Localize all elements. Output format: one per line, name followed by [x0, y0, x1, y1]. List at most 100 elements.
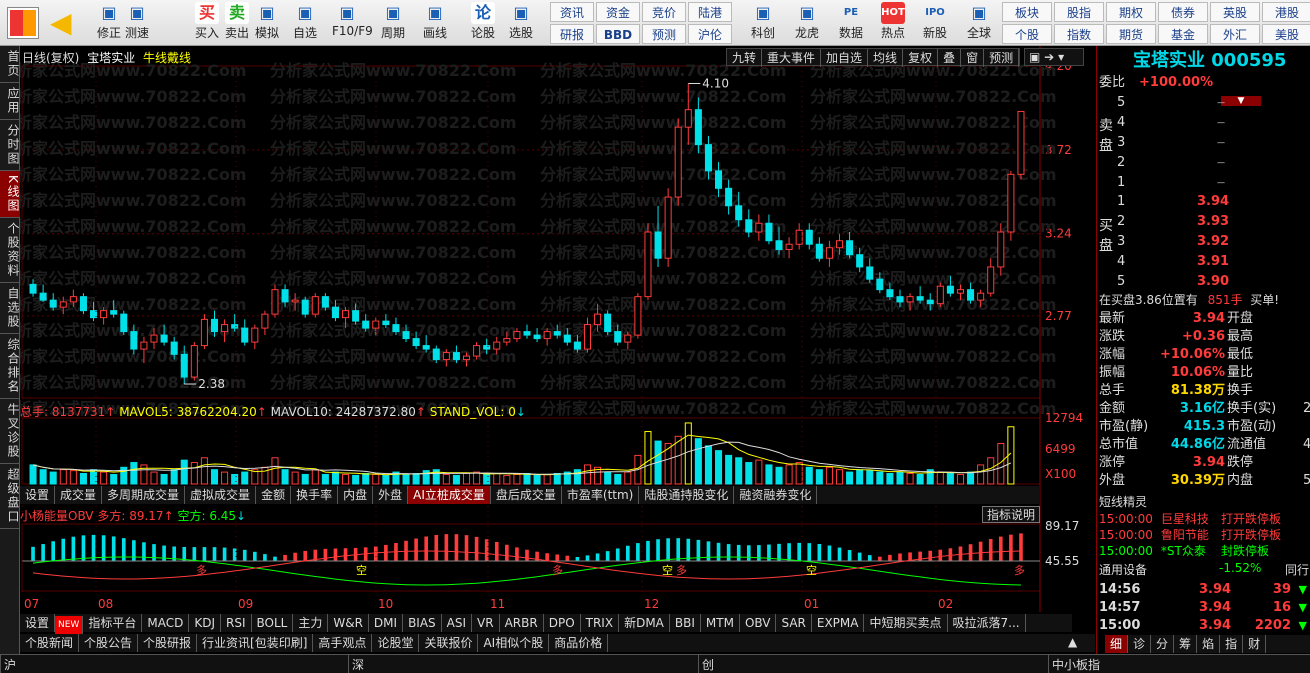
kline-chart-svg[interactable]: 4.203.723.242.77分析家公式网www.70822.Com 分析家公式…: [20, 46, 1095, 654]
tab[interactable]: MTM: [701, 614, 740, 632]
buy-level[interactable]: 1 3.94: [1117, 193, 1229, 211]
sell-level[interactable]: 2—: [1117, 154, 1227, 172]
toolbar-tab[interactable]: 资金: [596, 2, 640, 22]
tab[interactable]: 加自选: [821, 49, 869, 67]
toolbar-tab[interactable]: 研报: [550, 24, 594, 44]
tab[interactable]: 换手率: [291, 486, 339, 504]
index-label[interactable]: 创: [702, 656, 714, 673]
新股-button[interactable]: IPO 新股: [914, 2, 956, 44]
tab[interactable]: ASI: [442, 614, 473, 632]
tab[interactable]: BOLL: [252, 614, 294, 632]
tab[interactable]: 陆股通持股变化: [639, 486, 735, 504]
数据-button[interactable]: PE 数据: [830, 2, 872, 44]
sidebar-item[interactable]: 牛叉诊股: [0, 399, 20, 464]
sidebar-item[interactable]: 超级盘口: [0, 464, 20, 529]
toolbar-tab[interactable]: 板块: [1002, 2, 1052, 22]
tab[interactable]: BBI: [670, 614, 701, 632]
科创-button[interactable]: ▣ 科创: [742, 2, 784, 44]
卖出-button[interactable]: 卖卖出: [222, 2, 252, 44]
toolbar-tab[interactable]: 港股: [1262, 2, 1310, 22]
index-label[interactable]: 深: [352, 656, 364, 673]
tab[interactable]: OBV: [740, 614, 777, 632]
tab[interactable]: W&R: [328, 614, 369, 632]
tab[interactable]: KDJ: [189, 614, 221, 632]
sidebar-item[interactable]: 分时图: [0, 120, 20, 171]
tab[interactable]: VR: [472, 614, 500, 632]
toolbar-tab[interactable]: 指数: [1054, 24, 1104, 44]
tab[interactable]: TRIX: [581, 614, 620, 632]
toolbar-tab[interactable]: BBD: [596, 24, 640, 44]
sidebar-item[interactable]: 应用: [0, 83, 20, 120]
买入-button[interactable]: 买买入: [192, 2, 222, 44]
spirit-row[interactable]: 15:00:00 鲁阳节能 打开跌停板: [1099, 527, 1281, 543]
toolbar-tab[interactable]: 期货: [1106, 24, 1156, 44]
toolbar-tab[interactable]: 美股: [1262, 24, 1310, 44]
sell-level[interactable]: 4—: [1117, 114, 1227, 132]
app-logo-icon[interactable]: [8, 8, 38, 38]
window-controls[interactable]: ▣ ➔ ▾: [1024, 48, 1084, 66]
toolbar-tab[interactable]: 基金: [1158, 24, 1208, 44]
tab[interactable]: 窗: [961, 49, 985, 67]
tab[interactable]: 行业资讯[包装印刷]: [197, 634, 314, 652]
sell-level[interactable]: 1—: [1117, 174, 1227, 192]
tab[interactable]: SAR: [776, 614, 812, 632]
tab[interactable]: 高手观点: [313, 634, 373, 652]
选股-button[interactable]: ▣ 选股: [506, 2, 536, 44]
toolbar-tab[interactable]: 个股: [1002, 24, 1052, 44]
tab[interactable]: 个股公告: [79, 634, 139, 652]
tab[interactable]: DMI: [369, 614, 404, 632]
tab[interactable]: 预测: [984, 49, 1020, 67]
tab[interactable]: 复权: [903, 49, 939, 67]
index-label[interactable]: 中小板指: [1052, 656, 1100, 673]
tab[interactable]: 个股新闻: [20, 634, 80, 652]
tab[interactable]: 设置: [20, 614, 56, 632]
tab[interactable]: AI相似个股: [478, 634, 550, 652]
tab[interactable]: 论股堂: [372, 634, 420, 652]
tab[interactable]: 设置: [20, 486, 56, 504]
tab[interactable]: 金额: [256, 486, 292, 504]
tab[interactable]: RSI: [221, 614, 252, 632]
spirit-row[interactable]: 15:00:00 巨星科技 打开跌停板: [1099, 511, 1281, 527]
tab[interactable]: ARBR: [500, 614, 544, 632]
back-arrow-icon[interactable]: ◀: [50, 8, 84, 38]
tab[interactable]: AI立桩成交量: [408, 486, 491, 504]
sidebar-item[interactable]: 个股资料: [0, 218, 20, 283]
indicator-name[interactable]: 牛线戴线: [143, 51, 191, 65]
tab[interactable]: 分: [1151, 635, 1175, 653]
tab[interactable]: 细: [1105, 635, 1129, 653]
buy-level[interactable]: 3 3.92: [1117, 233, 1229, 251]
toolbar-tab[interactable]: 外汇: [1210, 24, 1260, 44]
toolbar-tab[interactable]: 沪伦: [688, 24, 732, 44]
exit-icon[interactable]: ➔: [1044, 50, 1054, 64]
tab[interactable]: DPO: [544, 614, 581, 632]
tab[interactable]: 九转: [727, 49, 763, 67]
tab[interactable]: 均线: [868, 49, 904, 67]
龙虎-button[interactable]: ▣ 龙虎: [786, 2, 828, 44]
F10/F9-button[interactable]: ▣ F10/F9: [332, 2, 373, 44]
tab[interactable]: 诊: [1128, 635, 1152, 653]
toolbar-tab[interactable]: 股指: [1054, 2, 1104, 22]
tab[interactable]: 筹: [1174, 635, 1198, 653]
sidebar-item[interactable]: 综合排名: [0, 334, 20, 399]
tab[interactable]: 吸拉派落7...: [948, 614, 1026, 632]
tab[interactable]: 虚拟成交量: [185, 486, 257, 504]
论股-button[interactable]: 论论股: [468, 2, 498, 44]
tab[interactable]: 成交量: [55, 486, 103, 504]
dropdown-icon[interactable]: ▾: [1058, 50, 1064, 64]
tab[interactable]: 商品价格: [549, 634, 609, 652]
周期-button[interactable]: ▣ 周期: [378, 2, 408, 44]
index-label[interactable]: 沪: [4, 656, 16, 673]
toolbar-tab[interactable]: 预测: [642, 24, 686, 44]
tab[interactable]: EXPMA: [812, 614, 865, 632]
tab[interactable]: 中短期买卖点: [864, 614, 948, 632]
tab[interactable]: NEW: [55, 616, 84, 634]
sidebar-item[interactable]: K线图: [0, 171, 20, 218]
tab[interactable]: 外盘: [373, 486, 409, 504]
sidebar-item[interactable]: 首页: [0, 46, 20, 83]
collapse-up-icon[interactable]: ▲: [1068, 635, 1077, 649]
toolbar-tab[interactable]: 竞价: [642, 2, 686, 22]
toolbar-tab[interactable]: 期权: [1106, 2, 1156, 22]
tab[interactable]: 关联报价: [419, 634, 479, 652]
buy-level[interactable]: 4 3.91: [1117, 253, 1229, 271]
tab[interactable]: 焰: [1197, 635, 1221, 653]
